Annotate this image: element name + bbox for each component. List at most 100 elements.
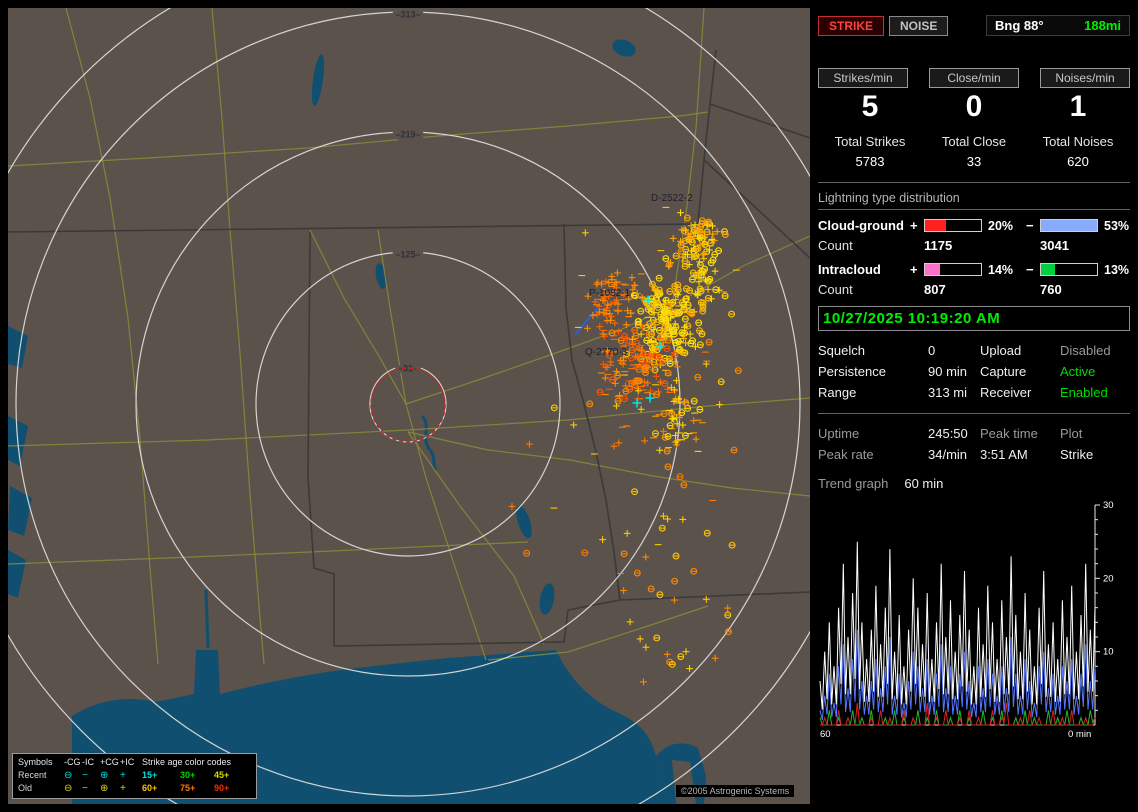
recent-ncg-icon: ⊖ — [64, 770, 73, 781]
upload-label: Upload — [980, 343, 1022, 358]
noises-per-min-value: 1 — [1069, 90, 1087, 123]
settings-grid: Squelch 0 Upload Disabled Persistence 90… — [818, 343, 1130, 400]
total-strikes-label: Total Strikes — [834, 134, 906, 149]
state-borders-layer — [8, 49, 810, 647]
svg-text:30: 30 — [1103, 500, 1114, 511]
recent-pic-icon: + — [120, 770, 126, 781]
age-90: 90+ — [214, 783, 230, 793]
cg-negative-bar — [1040, 219, 1098, 232]
upload-status: Disabled — [1060, 343, 1111, 358]
trend-graph-header: Trend graph 60 min — [818, 476, 1130, 491]
legend-grid: Symbols -CG -IC +CG +IC Strike age color… — [13, 754, 256, 798]
svg-text:–31–: –31– — [398, 363, 418, 373]
bearing-distance: 188mi — [1084, 18, 1121, 33]
trend-graph-svg: 10 20 30 60 0 min — [819, 500, 1114, 740]
old-pic-icon: + — [120, 783, 126, 794]
legend-symbols-header: Symbols — [18, 757, 53, 767]
age-45: 45+ — [214, 770, 230, 780]
total-close-value: 33 — [966, 154, 982, 169]
count-label: Count — [818, 238, 853, 253]
range-value: 313 mi — [928, 385, 968, 400]
cg-positive-bar — [924, 219, 982, 232]
legend-row-old-label: Old — [18, 783, 33, 793]
legend-col-nic: -IC — [82, 757, 94, 767]
ic-positive-count: 807 — [924, 282, 946, 297]
range-label: Range — [818, 385, 857, 400]
old-nic-icon: − — [82, 783, 88, 794]
app-window: { "theme": { "map_bg": "#5b524b", "water… — [0, 0, 1138, 812]
count-label: Count — [818, 282, 853, 297]
legend-row-recent-label: Recent — [18, 770, 47, 780]
age-75: 75+ — [180, 783, 196, 793]
close-per-min-label[interactable]: Close/min — [929, 68, 1019, 88]
minus-sign: − — [1026, 262, 1034, 277]
receiver-label: Receiver — [980, 385, 1032, 400]
intracloud-label: Intracloud — [818, 262, 881, 277]
cg-negative-pct: 53% — [1104, 218, 1130, 233]
age-60: 60+ — [142, 783, 158, 793]
noise-indicator[interactable]: NOISE — [889, 15, 949, 36]
capture-label: Capture — [980, 364, 1027, 379]
svg-text:0 min: 0 min — [1068, 729, 1091, 739]
noises-per-min-label[interactable]: Noises/min — [1040, 68, 1130, 88]
water-layer — [8, 39, 706, 804]
copyright-notice: ©2005 Astrogenic Systems — [676, 785, 795, 797]
plus-sign: + — [910, 218, 918, 233]
rate-value-row: 5 0 1 — [818, 90, 1130, 124]
plus-sign: + — [910, 262, 918, 277]
strikes-per-min-label[interactable]: Strikes/min — [818, 68, 908, 88]
map-view[interactable]: –313– –219– –125– –31– D-2522-2 P-1082-1 Q-277… — [8, 8, 810, 804]
cg-positive-count: 1175 — [924, 238, 953, 253]
plot-mode-value: Strike — [1060, 447, 1094, 462]
rate-label-row: Strikes/min Close/min Noises/min — [818, 68, 1130, 88]
cg-positive-pct: 20% — [988, 218, 1014, 233]
legend-col-pcg: +CG — [100, 757, 119, 767]
peak-time-value: 3:51 AM — [980, 447, 1028, 462]
trend-graph-label: Trend graph — [818, 476, 889, 491]
old-ncg-icon: ⊖ — [64, 783, 73, 794]
total-strikes-value: 5783 — [855, 154, 885, 169]
svg-text:D-2522-2: D-2522-2 — [651, 193, 693, 204]
side-panel: STRIKE NOISE Bng 88° 188mi Strikes/min C… — [818, 8, 1130, 804]
plot-label: Plot — [1060, 426, 1083, 441]
strikes-per-min-value: 5 — [861, 90, 879, 123]
svg-text:10: 10 — [1103, 647, 1114, 658]
svg-text:Q-2770-3: Q-2770-3 — [585, 347, 628, 358]
map-svg: –313– –219– –125– –31– D-2522-2 P-1082-1 Q-277… — [8, 8, 810, 804]
ic-positive-pct: 14% — [988, 262, 1014, 277]
map-legend: Symbols -CG -IC +CG +IC Strike age color… — [12, 753, 257, 799]
peak-rate-label: Peak rate — [818, 447, 874, 462]
uptime-label: Uptime — [818, 426, 860, 441]
squelch-value: 0 — [928, 343, 936, 358]
performance-grid: Uptime 245:50 Peak time Plot Peak rate 3… — [818, 426, 1130, 462]
recent-nic-icon: − — [82, 770, 88, 781]
ic-negative-count: 760 — [1040, 282, 1062, 297]
ic-negative-bar — [1040, 263, 1098, 276]
svg-text:60: 60 — [820, 729, 831, 739]
age-30: 30+ — [180, 770, 196, 780]
svg-text:20: 20 — [1103, 573, 1114, 584]
cloud-ground-block: Cloud-ground + 20% − 53% Count 1175 3041 — [818, 218, 1130, 253]
legend-age-header: Strike age color codes — [142, 757, 232, 767]
indicator-row: STRIKE NOISE Bng 88° 188mi — [818, 15, 1130, 36]
old-pcg-icon: ⊕ — [100, 783, 109, 794]
trend-graph: 10 20 30 60 0 min — [818, 499, 1130, 740]
legend-col-ncg: -CG — [64, 757, 81, 767]
distribution-title: Lightning type distribution — [818, 191, 960, 205]
bearing-label: Bng 88° — [995, 18, 1044, 33]
total-close-label: Total Close — [941, 134, 1007, 149]
peak-time-label: Peak time — [980, 426, 1038, 441]
divider — [818, 413, 1130, 414]
legend-col-pic: +IC — [120, 757, 135, 767]
bearing-box: Bng 88° 188mi — [986, 15, 1130, 36]
uptime-value: 245:50 — [928, 426, 968, 441]
cg-negative-count: 3041 — [1040, 238, 1069, 253]
capture-status: Active — [1060, 364, 1096, 379]
persistence-label: Persistence — [818, 364, 886, 379]
strike-indicator[interactable]: STRIKE — [818, 15, 885, 36]
divider — [818, 182, 1130, 183]
minus-sign: − — [1026, 218, 1034, 233]
total-noises-label: Total Noises — [1042, 134, 1114, 149]
close-alarm-circle — [370, 367, 446, 443]
datetime-display: 10/27/2025 10:19:20 AM — [818, 306, 1130, 331]
